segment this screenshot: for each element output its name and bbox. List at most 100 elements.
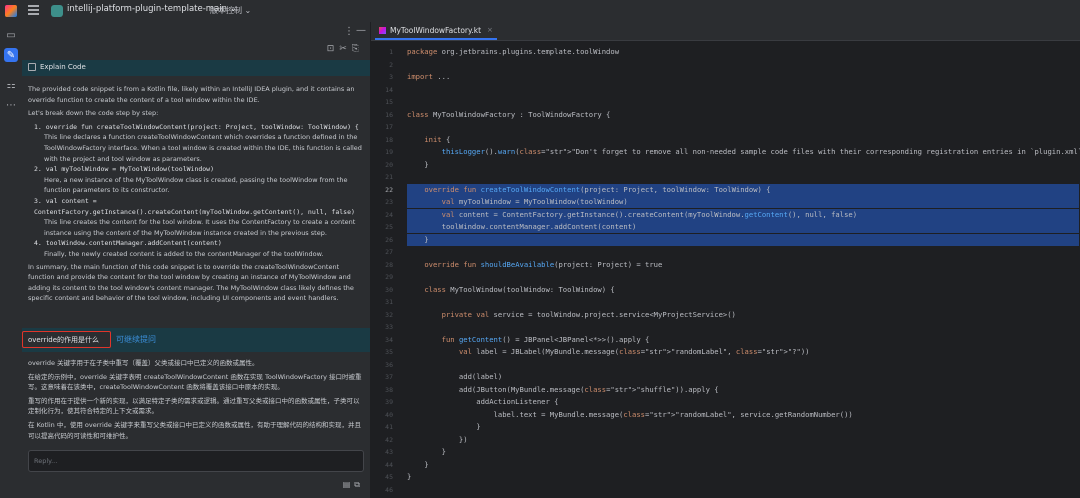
line-number: 16 bbox=[385, 110, 393, 119]
answer-paragraph: override 关键字用于在子类中重写（覆盖）父类或接口中已定义的函数或属性。 bbox=[28, 359, 259, 367]
code-line[interactable]: override fun createToolWindowContent(pro… bbox=[407, 183, 1079, 196]
step-head: 4. toolWindow.contentManager.addContent(… bbox=[34, 239, 222, 248]
minimize-icon[interactable]: — bbox=[356, 25, 366, 36]
explain-code-header: Explain Code bbox=[22, 60, 370, 76]
line-number: 18 bbox=[385, 135, 393, 144]
line-number: 14 bbox=[385, 85, 393, 94]
line-number: 41 bbox=[385, 423, 393, 431]
code-icon bbox=[28, 63, 36, 71]
code-line[interactable] bbox=[407, 121, 1079, 133]
step-item: 2. val myToolWindow = MyToolWindow(toolW… bbox=[28, 164, 364, 196]
more-tools-icon[interactable]: ⋯ bbox=[4, 98, 18, 112]
reply-actions: ▤⧉ bbox=[343, 480, 364, 490]
step-body: This line declares a function createTool… bbox=[44, 133, 362, 163]
code-line[interactable]: override fun shouldBeAvailable(project: … bbox=[407, 259, 1079, 271]
line-number: 35 bbox=[385, 348, 393, 356]
code-line[interactable]: class MyToolWindow(toolWindow: ToolWindo… bbox=[407, 284, 1079, 296]
step-item: 3. val content = ContentFactory.getInsta… bbox=[28, 196, 364, 238]
project-name: intellij-platform-plugin-template-main bbox=[67, 4, 228, 14]
code-line[interactable]: thisLogger().warn(class="str">"Don't for… bbox=[407, 146, 1080, 158]
code-line[interactable] bbox=[407, 359, 1079, 371]
reply-placeholder: Reply... bbox=[34, 457, 58, 465]
line-number: 29 bbox=[385, 273, 393, 281]
code-line[interactable]: toolWindow.contentManager.addContent(con… bbox=[407, 221, 1079, 233]
line-number: 21 bbox=[385, 173, 393, 181]
reply-input[interactable]: Reply... bbox=[28, 450, 364, 472]
line-number: 23 bbox=[385, 198, 393, 206]
code-line[interactable] bbox=[407, 484, 1079, 496]
code-line[interactable]: fun getContent() = JBPanel<JBPanel<*>>()… bbox=[407, 334, 1079, 346]
code-line[interactable]: private val service = toolWindow.project… bbox=[407, 309, 1079, 321]
tab-filename: MyToolWindowFactory.kt bbox=[390, 25, 482, 35]
code-line[interactable] bbox=[407, 96, 1079, 108]
code-line[interactable]: import ... bbox=[407, 71, 1079, 83]
line-number: 1 bbox=[389, 48, 393, 56]
vcs-menu[interactable]: 版本控制 ⌄ bbox=[210, 5, 251, 16]
project-folder-icon[interactable]: ▭ bbox=[4, 28, 18, 42]
code-line[interactable]: package org.jetbrains.plugins.template.t… bbox=[407, 46, 1079, 58]
line-number: 37 bbox=[385, 373, 393, 381]
code-line[interactable]: addActionListener { bbox=[407, 396, 1079, 408]
close-icon[interactable]: × bbox=[487, 26, 493, 34]
send-icon[interactable]: ⧉ bbox=[354, 480, 364, 489]
line-number: 28 bbox=[385, 260, 393, 269]
code-editor: MyToolWindowFactory.kt × 1 2 3 14 15 16 17 18 19… bbox=[371, 22, 1080, 498]
code-line[interactable]: add(JButton(MyBundle.message(class="str"… bbox=[407, 384, 1079, 396]
code-line[interactable]: } bbox=[407, 459, 1079, 471]
line-number: 15 bbox=[385, 98, 393, 106]
step-body: This line creates the content for the to… bbox=[44, 218, 356, 237]
code-line[interactable]: } bbox=[407, 159, 1079, 171]
code-line[interactable] bbox=[407, 296, 1079, 308]
line-number: 40 bbox=[385, 410, 393, 419]
answer-paragraph: 重写的作用在于提供一个新的实现，以满足特定子类的需求或逻辑。通过重写父类或接口中… bbox=[28, 396, 360, 416]
structure-icon[interactable]: ⚏ bbox=[4, 78, 18, 92]
project-badge-icon bbox=[51, 5, 63, 17]
line-number: 39 bbox=[385, 398, 393, 406]
user-question-text: override的作用是什么 bbox=[28, 336, 100, 344]
code-line[interactable]: label.text = MyBundle.message(class="str… bbox=[407, 409, 1079, 421]
line-number: 33 bbox=[385, 323, 393, 331]
code-line[interactable]: val label = JBLabel(MyBundle.message(cla… bbox=[407, 346, 1079, 358]
new-chat-icon[interactable]: ⊡ bbox=[327, 44, 340, 54]
ai-assistant-icon[interactable]: ✎ bbox=[4, 48, 18, 62]
code-line[interactable] bbox=[407, 271, 1079, 283]
code-line[interactable]: class MyToolWindowFactory : ToolWindowFa… bbox=[407, 109, 1079, 121]
line-number: 32 bbox=[385, 310, 393, 319]
main-menu-icon[interactable] bbox=[28, 5, 39, 16]
settings-icon[interactable]: ✂ bbox=[339, 44, 352, 54]
attach-icon[interactable]: ▤ bbox=[343, 480, 355, 489]
line-number: 44 bbox=[385, 460, 393, 469]
steps-list: 1. override fun createToolWindowContent(… bbox=[28, 122, 364, 260]
history-icon[interactable]: ⎘ bbox=[352, 44, 364, 54]
code-line[interactable] bbox=[407, 171, 1079, 183]
line-number: 24 bbox=[385, 210, 393, 219]
editor-tab[interactable]: MyToolWindowFactory.kt × bbox=[375, 22, 497, 40]
line-number: 3 bbox=[389, 73, 393, 81]
line-number: 2 bbox=[389, 60, 393, 69]
line-number: 43 bbox=[385, 448, 393, 456]
user-question-bubble: override的作用是什么 bbox=[22, 331, 111, 348]
ide-logo-icon[interactable] bbox=[5, 5, 17, 17]
code-line[interactable]: } bbox=[407, 233, 1079, 246]
code-line[interactable]: } bbox=[407, 446, 1079, 458]
code-line[interactable]: } bbox=[407, 421, 1079, 433]
code-line[interactable] bbox=[407, 246, 1079, 258]
code-line[interactable]: val myToolWindow = MyToolWindow(toolWind… bbox=[407, 196, 1079, 208]
code-line[interactable]: init { bbox=[407, 134, 1079, 146]
code-line[interactable] bbox=[407, 59, 1079, 71]
tool-window-stripe: ▭ ✎ ⚏ ⋯ bbox=[0, 22, 23, 498]
line-gutter: 1 2 3 14 15 16 17 18 19 20 21 22 23 24 25 26 27 28 29 30 31 3… bbox=[371, 42, 399, 498]
line-number: 31 bbox=[385, 298, 393, 306]
answer-summary: In summary, the main function of this co… bbox=[28, 262, 354, 303]
title-bar: intellij-platform-plugin-template-main ⌄… bbox=[0, 0, 1080, 23]
code-line[interactable] bbox=[407, 84, 1079, 96]
line-number: 36 bbox=[385, 360, 393, 369]
code-line[interactable]: add(label) bbox=[407, 371, 1079, 383]
answer-paragraph: 在 Kotlin 中，使用 override 关键字来重写父类或接口中已定义的函… bbox=[28, 420, 361, 440]
code-line[interactable]: } bbox=[407, 471, 1079, 483]
code-line[interactable] bbox=[407, 321, 1079, 333]
chevron-down-icon: ⌄ bbox=[244, 6, 252, 15]
code-line[interactable]: val content = ContentFactory.getInstance… bbox=[407, 208, 1079, 221]
options-icon[interactable]: ⋮ bbox=[344, 26, 354, 37]
code-line[interactable]: }) bbox=[407, 434, 1079, 446]
